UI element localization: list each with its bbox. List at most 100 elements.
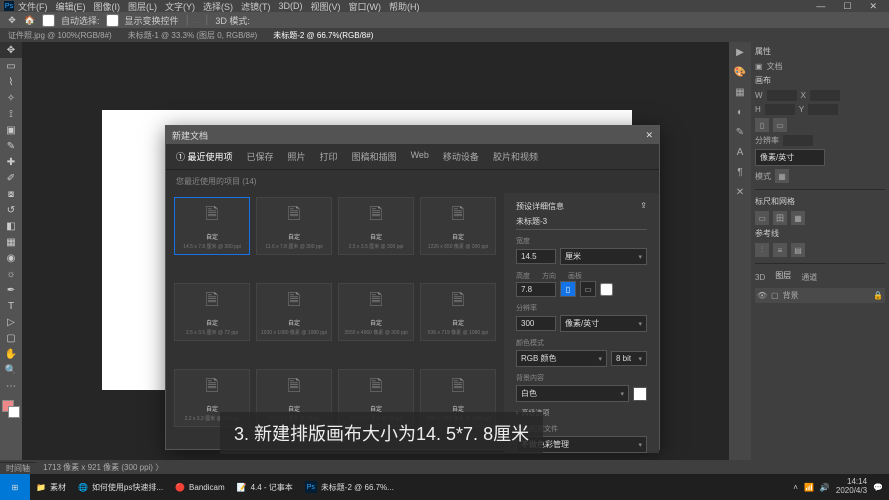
tray-sound-icon[interactable]: 🔊 [820, 483, 830, 492]
panel-paragraph-icon[interactable]: ¶ [729, 162, 751, 182]
h-input[interactable] [765, 104, 795, 115]
preset-item[interactable]: 🗎自定1226 x 650 像素 @ 300 ppi [420, 197, 496, 255]
height-input[interactable] [516, 282, 556, 297]
orient-portrait-btn[interactable]: ▯ [755, 118, 769, 132]
eraser-tool[interactable]: ◧ [0, 218, 22, 234]
pen-tool[interactable]: ✒ [0, 282, 22, 298]
color-mode-select[interactable]: RGB 颜色▾ [516, 350, 607, 367]
crop-tool[interactable]: ⟟ [0, 106, 22, 122]
window-minimize[interactable]: — [816, 1, 825, 12]
grid-btn[interactable]: 田 [773, 211, 787, 225]
hand-tool[interactable]: ✋ [0, 346, 22, 362]
tab-channels[interactable]: 通道 [801, 272, 817, 283]
menu-layer[interactable]: 图层(L) [128, 0, 157, 13]
panel-play-icon[interactable]: ▶ [729, 42, 751, 62]
orient-landscape[interactable]: ▭ [580, 281, 596, 297]
taskbar-item-ps[interactable]: Ps未标题-2 @ 66.7%... [299, 474, 400, 500]
tray-clock[interactable]: 14:14 2020/4/3 [836, 478, 867, 496]
blur-tool[interactable]: ◉ [0, 250, 22, 266]
dlg-tab-art[interactable]: 图稿和插图 [352, 150, 397, 163]
zoom-tool[interactable]: 🔍 [0, 362, 22, 378]
path-select-tool[interactable]: ▷ [0, 314, 22, 330]
properties-tab[interactable]: 属性 [755, 46, 885, 57]
grid3-btn[interactable]: ▦ [791, 211, 805, 225]
doc-name-value[interactable]: 未标题-3 [516, 216, 647, 230]
save-preset-icon[interactable]: ⇪ [640, 201, 647, 212]
dodge-tool[interactable]: ☼ [0, 266, 22, 282]
menu-filter[interactable]: 滤镜(T) [241, 0, 271, 13]
preset-item[interactable]: 🗎自定1920 x 1080 像素 @ 1080 ppi [256, 283, 332, 341]
tab-3d[interactable]: 3D [755, 273, 765, 282]
gradient-tool[interactable]: ▦ [0, 234, 22, 250]
auto-select-checkbox[interactable] [42, 14, 55, 27]
marquee-tool[interactable]: ▭ [0, 58, 22, 74]
panel-brush-icon[interactable]: ✎ [729, 122, 751, 142]
preset-item[interactable]: 🗎自定2.5 x 3.5 厘米 @ 72 ppi [174, 283, 250, 341]
tray-notification-icon[interactable]: 💬 [873, 483, 883, 492]
preset-item[interactable]: 🗎自定3550 x 4960 像素 @ 300 ppi [338, 283, 414, 341]
dlg-tab-web[interactable]: Web [411, 150, 429, 163]
timeline-tab[interactable]: 时间轴 [0, 462, 36, 474]
dlg-tab-film[interactable]: 胶片和视频 [493, 150, 538, 163]
text-tool[interactable]: T [0, 298, 22, 314]
window-close[interactable]: ✕ [869, 1, 877, 12]
dlg-tab-print[interactable]: 打印 [320, 150, 338, 163]
lasso-tool[interactable]: ⌇ [0, 74, 22, 90]
color-swatches[interactable] [0, 398, 22, 422]
mode-rgb-btn[interactable]: ▦ [775, 169, 789, 183]
home-icon[interactable]: 🏠 [24, 14, 36, 26]
menu-window[interactable]: 窗口(W) [349, 0, 382, 13]
menu-3d[interactable]: 3D(D) [279, 1, 303, 11]
artboard-checkbox[interactable] [600, 283, 613, 296]
taskbar-item-browser[interactable]: 🌐如何使用ps快速排... [72, 474, 169, 500]
stamp-tool[interactable]: ⧇ [0, 186, 22, 202]
bg-swatch[interactable] [633, 387, 647, 401]
preset-item[interactable]: 🗎自定14.5 x 7.8 厘米 @ 300 ppi [174, 197, 250, 255]
taskbar-item-bandicam[interactable]: 🔴Bandicam [169, 474, 231, 500]
dlg-tab-recent[interactable]: ① 最近使用项 [176, 150, 233, 163]
w-input[interactable] [767, 90, 797, 101]
tray-up-icon[interactable]: ˄ [793, 483, 798, 492]
preset-item[interactable]: 🗎自定536 x 719 像素 @ 1080 ppi [420, 283, 496, 341]
dlg-tab-photo[interactable]: 照片 [288, 150, 306, 163]
dlg-tab-saved[interactable]: 已保存 [247, 150, 274, 163]
ruler-btn[interactable]: ▭ [755, 211, 769, 225]
start-button[interactable]: ⊞ [0, 474, 30, 500]
taskbar-item-folder[interactable]: 📁素材 [30, 474, 72, 500]
width-unit-select[interactable]: 厘米▾ [560, 248, 647, 265]
menu-help[interactable]: 帮助(H) [389, 0, 420, 13]
x-input[interactable] [810, 90, 840, 101]
history-brush-tool[interactable]: ↺ [0, 202, 22, 218]
res-unit-select[interactable]: 像素/英寸 [755, 149, 825, 166]
background-color[interactable] [8, 406, 20, 418]
doc-tab-2[interactable]: 未标题-1 @ 33.3% (图层 0, RGB/8#) [120, 29, 266, 42]
panel-swatches-icon[interactable]: ▦ [729, 82, 751, 102]
doc-tab-1[interactable]: 证件照.jpg @ 100%(RGB/8#) [0, 29, 120, 42]
eyedropper-tool[interactable]: ✎ [0, 138, 22, 154]
width-input[interactable] [516, 249, 556, 264]
panel-type-icon[interactable]: A [729, 142, 751, 162]
doc-info[interactable]: 1713 像素 x 921 像素 (300 ppi) 〉 [43, 462, 163, 473]
menu-select[interactable]: 选择(S) [203, 0, 233, 13]
tab-layers[interactable]: 图层 [775, 270, 791, 281]
dlg-tab-mobile[interactable]: 移动设备 [443, 150, 479, 163]
panel-tools-icon[interactable]: ✕ [729, 182, 751, 202]
doc-tab-3[interactable]: 未标题-2 @ 66.7%(RGB/8#) [265, 29, 381, 42]
guide2-btn[interactable]: ≡ [773, 243, 787, 257]
y-input[interactable] [808, 104, 838, 115]
taskbar-item-notepad[interactable]: 📝4.4 - 记事本 [231, 474, 299, 500]
wand-tool[interactable]: ✧ [0, 90, 22, 106]
eye-icon[interactable]: 👁 [757, 291, 767, 301]
panel-color-icon[interactable]: 🎨 [729, 62, 751, 82]
layer-row-bg[interactable]: 👁 ▢ 背景 🔒 [755, 288, 885, 303]
show-transform-checkbox[interactable] [106, 14, 119, 27]
resolution-unit-select[interactable]: 像素/英寸▾ [560, 315, 647, 332]
panel-adjust-icon[interactable]: ◐ [729, 102, 751, 122]
preset-item[interactable]: 🗎自定11.6 x 7.8 厘米 @ 300 ppi [256, 197, 332, 255]
resolution-input[interactable] [783, 135, 813, 146]
window-maximize[interactable]: ☐ [843, 1, 851, 12]
move-tool[interactable]: ✥ [0, 42, 22, 58]
bg-select[interactable]: 白色▾ [516, 385, 629, 402]
frame-tool[interactable]: ▣ [0, 122, 22, 138]
guide1-btn[interactable]: ⫶ [755, 243, 769, 257]
